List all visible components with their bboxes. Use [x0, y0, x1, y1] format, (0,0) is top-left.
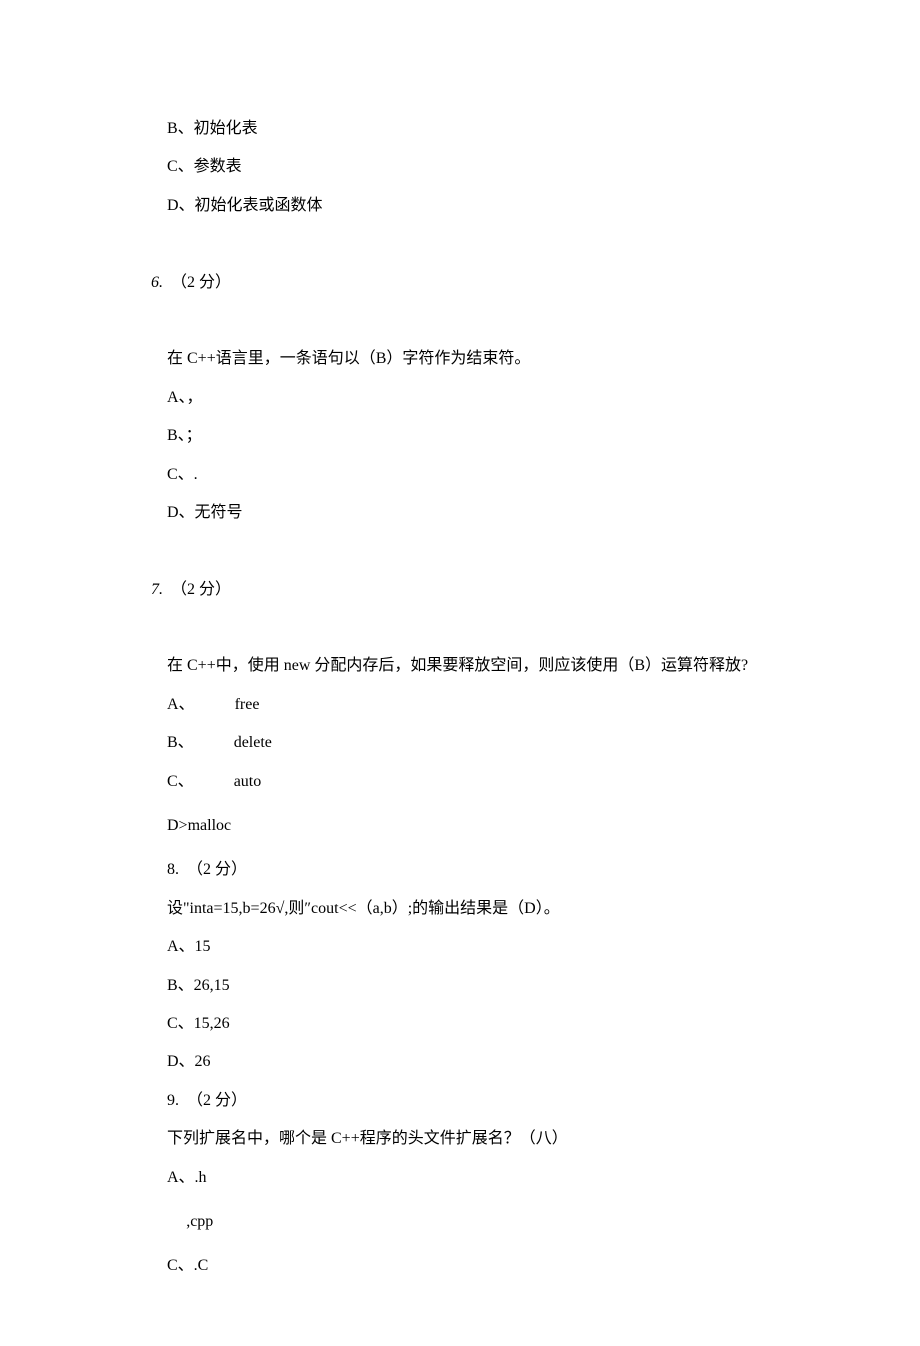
question-number: 7. [151, 581, 163, 598]
q7-option-b: B、 delete [135, 724, 785, 762]
option-d: D、初始化表或函数体 [135, 187, 785, 225]
question-8-header: 8. （2 分） [135, 851, 785, 889]
q9-option-c: C、.C [135, 1247, 785, 1285]
q8-option-a: A、15 [135, 928, 785, 966]
option-value: free [235, 696, 260, 713]
option-c: C、参数表 [135, 148, 785, 186]
question-points: （2 分） [171, 274, 231, 291]
question-6-header: 6. （2 分） [135, 225, 785, 340]
option-value: delete [234, 734, 272, 751]
option-label: C、 [167, 773, 194, 790]
q8-option-b: B、26,15 [135, 967, 785, 1005]
question-points: （2 分） [171, 581, 231, 598]
question-number: 6. [151, 274, 163, 291]
question-6-text: 在 C++语言里，一条语句以（B）字符作为结束符。 [135, 340, 785, 378]
option-label: A、 [167, 696, 195, 713]
q7-option-d: D>malloc [135, 807, 785, 845]
q6-option-b: B、； [135, 417, 785, 455]
q7-option-c: C、 auto [135, 763, 785, 801]
q7-option-a: A、 free [135, 686, 785, 724]
question-9-text: 下列扩展名中，哪个是 C++程序的头文件扩展名？（八） [135, 1120, 785, 1158]
q8-option-d: D、26 [135, 1043, 785, 1081]
q6-option-a: A、， [135, 379, 785, 417]
question-7-header: 7. （2 分） [135, 532, 785, 647]
q6-option-d: D、无符号 [135, 494, 785, 532]
question-7-text: 在 C++中，使用 new 分配内存后，如果要释放空间，则应该使用（B）运算符释… [135, 647, 785, 685]
option-value: auto [234, 773, 262, 790]
q8-option-c: C、15,26 [135, 1005, 785, 1043]
q6-option-c: C、. [135, 456, 785, 494]
question-8-text: 设"inta=15,b=26√,则″cout<<（a,b）;的输出结果是（D）。 [135, 890, 785, 928]
document-page: B、初始化表 C、参数表 D、初始化表或函数体 6. （2 分） 在 C++语言… [0, 0, 920, 1346]
option-b: B、初始化表 [135, 110, 785, 148]
option-label: B、 [167, 734, 194, 751]
q9-option-a: A、.h [135, 1159, 785, 1197]
question-9-header: 9. （2 分） [135, 1082, 785, 1120]
q9-option-b: ,cpp [135, 1203, 785, 1241]
